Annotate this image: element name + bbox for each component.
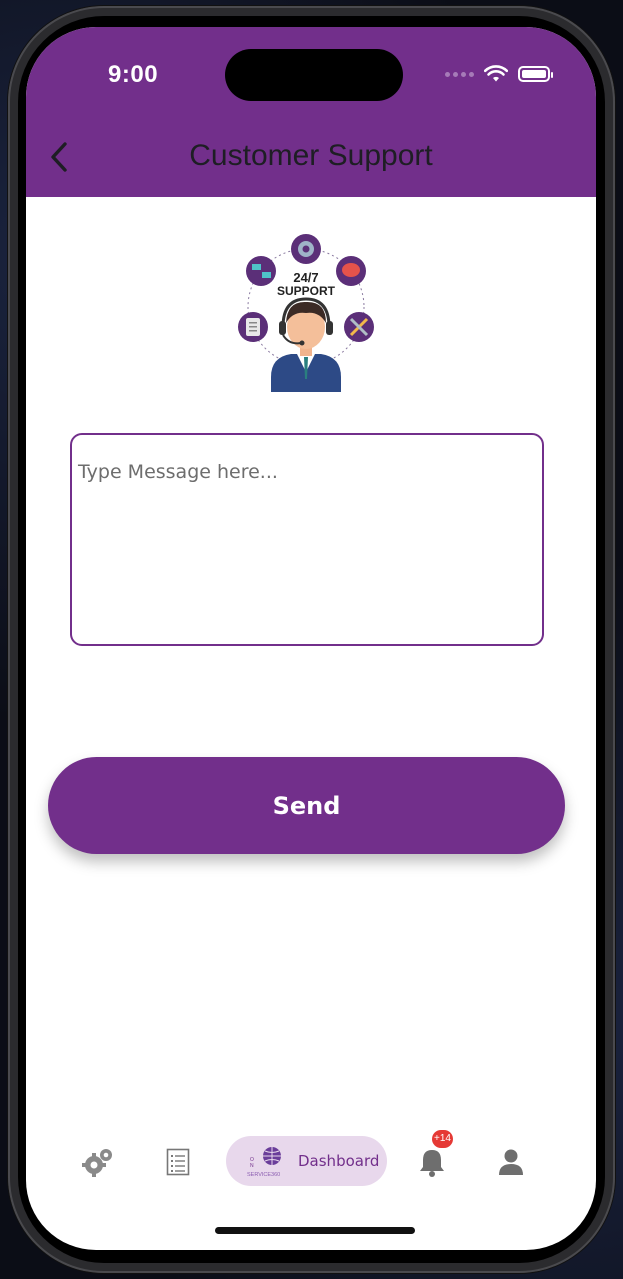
- app-header: 9:00 Customer Support: [26, 27, 596, 197]
- battery-icon: [518, 66, 553, 82]
- page-title: Customer Support: [189, 139, 433, 172]
- support-text-label: SUPPORT: [277, 284, 336, 298]
- nav-item-settings[interactable]: [78, 1132, 118, 1192]
- home-indicator: [215, 1227, 415, 1234]
- status-time: 9:00: [108, 61, 159, 88]
- app-screen: 9:00 Customer Support 24/7 SUPPORT Type …: [26, 27, 596, 1250]
- send-button[interactable]: Send: [48, 757, 565, 854]
- notification-badge: +14: [432, 1130, 453, 1148]
- globe-logo-icon: O N SERVICE360: [247, 1147, 281, 1178]
- dashboard-label: Dashboard: [298, 1152, 380, 1170]
- wifi-icon: [484, 65, 508, 82]
- status-icons: [445, 65, 553, 83]
- nav-item-notifications[interactable]: +14: [414, 1130, 453, 1192]
- support-text-24-7: 24/7: [293, 270, 318, 285]
- bell-icon: [420, 1150, 444, 1177]
- chat-boxes-circle-icon: [246, 256, 276, 286]
- signal-icon: [445, 71, 474, 77]
- settings-gear-icon: [82, 1149, 112, 1177]
- dynamic-island: [225, 49, 403, 101]
- bottom-nav: O N SERVICE360 Dashboard +14: [26, 1130, 596, 1192]
- message-input[interactable]: [72, 435, 542, 644]
- svg-text:N: N: [250, 1163, 254, 1169]
- nav-item-profile[interactable]: [493, 1132, 529, 1192]
- message-field[interactable]: [70, 433, 544, 646]
- list-document-icon: [166, 1148, 190, 1176]
- nav-item-dashboard[interactable]: O N SERVICE360 Dashboard: [226, 1136, 387, 1186]
- support-illustration: 24/7 SUPPORT: [238, 234, 374, 392]
- logo-text: SERVICE360: [247, 1172, 280, 1178]
- person-icon: [499, 1149, 523, 1175]
- nav-item-orders[interactable]: [162, 1132, 194, 1192]
